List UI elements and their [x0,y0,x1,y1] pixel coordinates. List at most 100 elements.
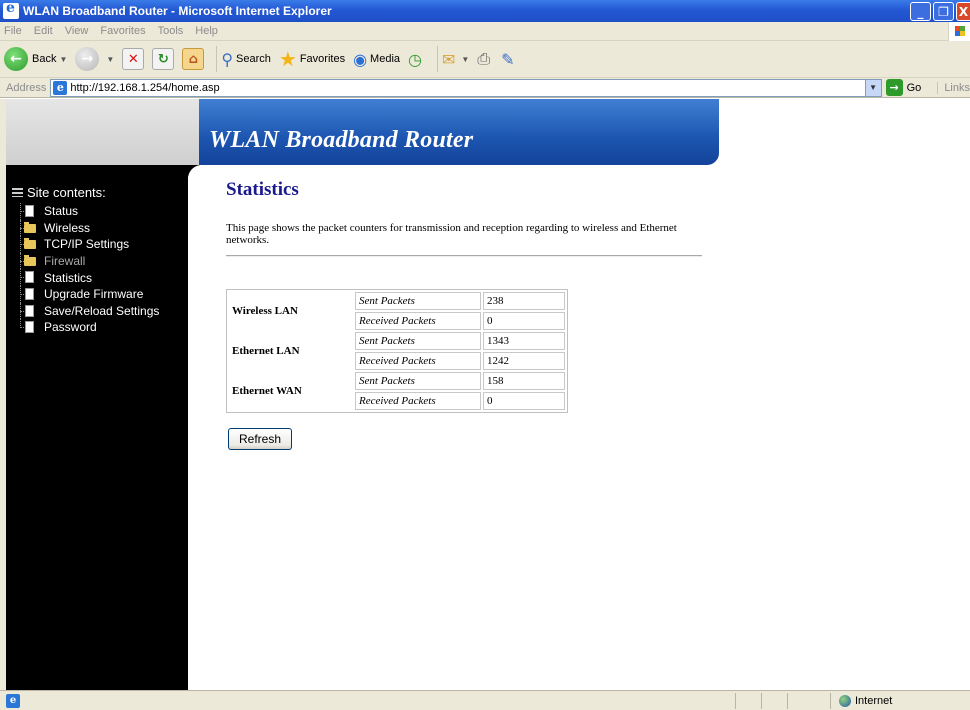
page-description: This page shows the packet counters for … [226,222,677,246]
document-icon [25,205,34,217]
search-icon: ⚲ [221,49,234,69]
folder-icon [24,221,36,233]
mail-button[interactable]: ✉ ▼ [442,50,469,69]
star-icon: ★ [278,47,297,71]
menu-favorites[interactable]: Favorites [100,25,145,37]
sidebar-item-label[interactable]: Statistics [44,271,92,285]
metric-value: 0 [483,312,565,330]
table-row: Ethernet LAN Sent Packets 1343 [229,332,565,357]
sidebar-item-wireless[interactable]: Wireless [18,219,159,237]
metric-label: Received Packets [355,352,481,370]
search-button[interactable]: ⚲ Search [221,50,271,69]
sidebar-item-tcpip[interactable]: TCP/IP Settings [18,236,159,253]
minimize-button[interactable]: _ [910,2,931,21]
printer-icon: ⎙ [477,49,491,68]
table-row: Ethernet WAN Sent Packets 158 [229,372,565,397]
favorites-button[interactable]: ★ Favorites [279,47,345,71]
home-button[interactable]: ⌂ [182,48,205,70]
menu-tools[interactable]: Tools [158,25,184,37]
interface-name: Wireless LAN [232,305,298,317]
metric-value: 158 [483,372,565,390]
sidebar-top [6,165,188,177]
forward-dropdown-icon[interactable]: ▼ [106,55,114,64]
menu-help[interactable]: Help [195,25,218,37]
metric-value: 0 [483,392,565,410]
status-panels [735,693,813,709]
window-title: WLAN Broadband Router - Microsoft Intern… [23,4,332,18]
address-dropdown-icon[interactable]: ▼ [864,79,881,96]
sidebar-item-firewall[interactable]: Firewall [18,252,159,270]
metric-value: 238 [483,292,565,310]
metric-value: 1343 [483,332,565,350]
back-dropdown-icon[interactable]: ▼ [59,55,67,64]
menu-edit[interactable]: Edit [34,25,53,37]
address-url[interactable]: http://192.168.1.254/home.asp [70,82,219,94]
banner-title: WLAN Broadband Router [209,127,474,153]
go-button[interactable]: → Go [885,79,921,96]
status-panel [735,693,761,709]
document-icon [25,271,34,284]
page-status-icon: e [6,693,20,708]
menu-view[interactable]: View [65,25,89,37]
media-button[interactable]: ◉ Media [353,50,400,69]
banner-left [6,99,199,165]
refresh-page-button[interactable]: ↻ [152,48,175,70]
divider [226,255,702,257]
stop-button[interactable]: ✕ [122,48,145,70]
menu-file[interactable]: File [4,25,22,37]
sidebar-item-label[interactable]: Status [44,204,78,218]
sidebar-item-save-reload[interactable]: Save/Reload Settings [18,302,159,320]
history-button[interactable]: ◷ [408,50,425,69]
sidebar-item-label[interactable]: Upgrade Firmware [44,287,143,301]
close-button[interactable]: X [956,2,970,21]
forward-button[interactable]: → ▼ [75,47,114,71]
refresh-button[interactable]: Refresh [228,428,292,450]
status-panel [761,693,787,709]
sidebar: Site contents: Status Wireless TCP/IP Se… [6,177,188,690]
sidebar-item-label[interactable]: Save/Reload Settings [44,304,159,318]
metric-label: Sent Packets [355,332,481,350]
maximize-button[interactable]: ❐ [933,2,954,21]
mail-icon: ✉ [441,49,456,69]
sidebar-item-label[interactable]: Wireless [44,221,90,235]
back-button[interactable]: ← Back ▼ [4,47,67,71]
sidebar-item-label[interactable]: Password [44,320,97,334]
edit-button[interactable]: ✎ [501,50,517,69]
sidebar-item-status[interactable]: Status [18,203,159,220]
sidebar-item-label[interactable]: Firewall [44,254,85,268]
security-zone: Internet [830,693,892,709]
title-bar: WLAN Broadband Router - Microsoft Intern… [0,0,970,22]
address-input[interactable]: e http://192.168.1.254/home.asp ▼ [50,78,882,97]
site-tree: Status Wireless TCP/IP Settings Firewall… [18,203,159,336]
mail-dropdown-icon[interactable]: ▼ [461,55,469,64]
toolbar-separator [436,46,438,72]
back-label: Back [32,53,57,65]
metric-label: Received Packets [355,312,481,330]
metric-value: 1242 [483,352,565,370]
search-label: Search [236,53,271,65]
site-contents-label: Site contents: [27,185,106,200]
document-icon [25,287,34,300]
links-button[interactable]: Links [937,81,970,94]
history-icon: ◷ [408,49,422,69]
menu-lines-icon [12,188,23,197]
sidebar-curve [188,165,202,179]
sidebar-item-upgrade-firmware[interactable]: Upgrade Firmware [18,285,159,303]
address-label: Address [6,81,47,94]
page-title: Statistics [226,179,299,200]
edit-page-icon: ✎ [501,49,515,69]
metric-label: Sent Packets [355,292,481,310]
sidebar-item-password[interactable]: Password [18,319,159,336]
document-icon [25,321,34,334]
sidebar-item-statistics[interactable]: Statistics [18,269,159,286]
interface-name: Ethernet LAN [232,345,300,357]
globe-icon [839,695,851,707]
status-bar: e Internet [0,690,970,710]
print-button[interactable]: ⎙ [477,49,493,69]
statistics-table: Wireless LAN Sent Packets 238 Received P… [226,289,568,413]
favorites-label: Favorites [299,53,346,65]
toolbar-separator [216,46,218,72]
media-label: Media [370,53,401,65]
table-row: Wireless LAN Sent Packets 238 [229,292,565,317]
sidebar-item-label[interactable]: TCP/IP Settings [44,237,129,251]
